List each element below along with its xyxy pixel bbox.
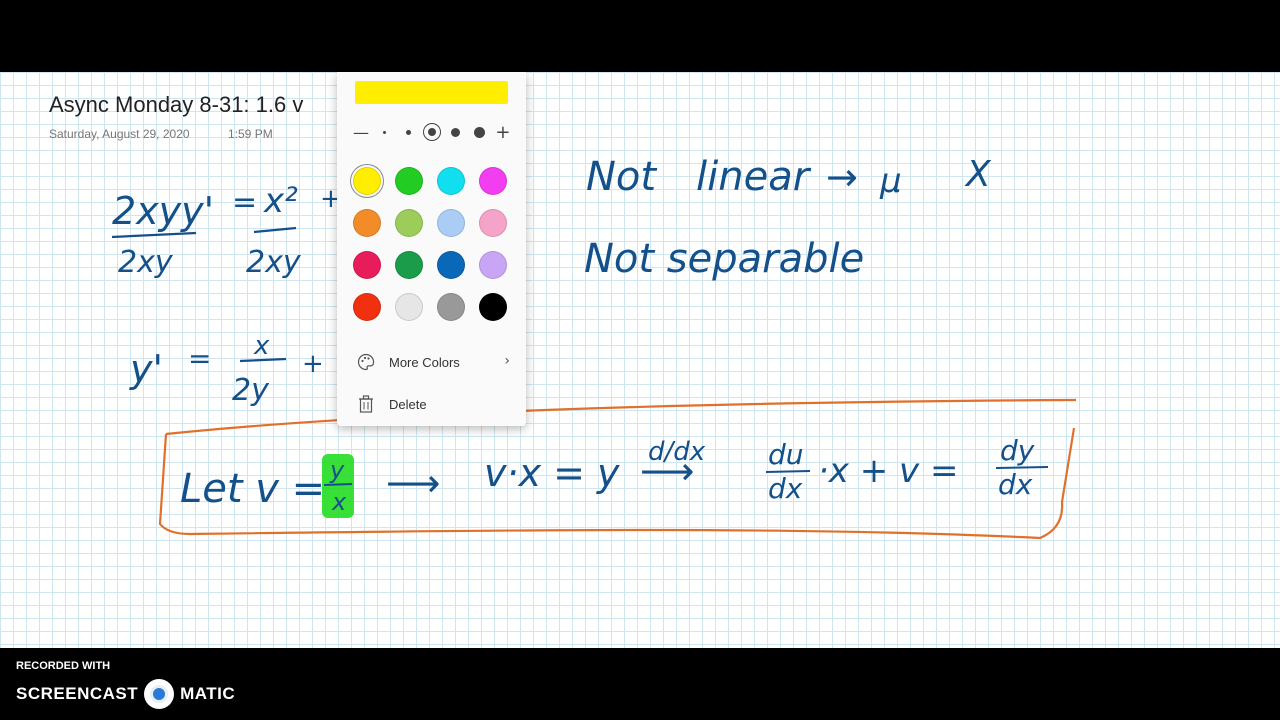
record-button-icon [144,679,175,709]
screencast-o-matic-logo: SCREENCAST MATIC [16,679,235,709]
color-swatch-yellow[interactable] [353,167,381,195]
note1-x: X [964,154,992,195]
color-swatch-black[interactable] [479,293,507,321]
eq1-den-left: 2xy [118,245,174,280]
thickness-option-4[interactable] [446,120,466,144]
eq1-den-right: 2xy [246,245,302,280]
eq2-left: y' [129,347,163,391]
more-colors-label: More Colors [389,354,460,370]
color-swatch-pink[interactable] [479,209,507,237]
color-swatch-light-gray[interactable] [395,293,423,321]
color-swatch-green[interactable] [395,167,423,195]
box-rest: ·x + v = [818,451,958,491]
eq1-right: x² [263,181,298,221]
more-colors-button[interactable]: More Colors › [337,344,526,380]
decrease-icon: — [353,122,369,142]
palette-icon [355,351,377,373]
color-swatch-red[interactable] [353,293,381,321]
color-swatch-orange[interactable] [353,209,381,237]
thickness-option-1[interactable] [375,120,395,144]
note2: Not separable [584,236,864,282]
increase-icon: + [495,121,511,143]
note1-not: Not [586,154,657,200]
box-let-v: Let v = [180,466,325,512]
notebook-page[interactable]: Async Monday 8-31: 1.6 v Saturday, Augus… [0,72,1280,648]
eq2-plus: + [302,349,324,379]
note1-mu: μ [879,161,902,201]
thickness-dot-icon [473,126,485,138]
decrease-thickness-button[interactable]: — [351,120,371,144]
color-swatch-blue[interactable] [437,251,465,279]
thickness-option-5[interactable] [469,120,489,144]
box-fraction-bar [323,483,353,486]
pen-stroke-preview [355,81,508,104]
thickness-selector: — + [351,120,513,144]
color-swatch-light-green[interactable] [395,209,423,237]
note1-linear: linear [696,154,812,200]
box-arrow-1: ⟶ [386,461,440,505]
eq1-right-fraction-bar [253,226,297,234]
color-swatch-light-blue[interactable] [437,209,465,237]
screen: Async Monday 8-31: 1.6 v Saturday, Augus… [0,0,1280,720]
brand-left-text: SCREENCAST [16,684,139,703]
chevron-right-icon: › [504,353,510,369]
eq2-equals: = [188,342,211,375]
eq1-equals: = [232,185,257,220]
thickness-dot-icon [383,130,387,134]
increase-thickness-button[interactable]: + [493,120,513,144]
box-y-over-x-num: y [329,456,345,484]
thickness-dot-icon [405,129,411,135]
color-swatch-cyan[interactable] [437,167,465,195]
box-vx-eq-y: v·x = y [484,451,620,495]
delete-label: Delete [389,396,427,412]
color-swatch-lavender[interactable] [479,251,507,279]
box-y-over-x-den: x [331,488,347,516]
color-swatch-grid [353,167,513,321]
trash-icon [355,393,377,415]
color-swatch-gray[interactable] [437,293,465,321]
color-swatch-dark-green[interactable] [395,251,423,279]
box-dx-2: dx [998,468,1033,501]
eq2-fraction-bar [239,357,287,363]
eq2-num: x [253,331,270,361]
note1-arrow: → [826,155,858,199]
recorded-with-label: RECORDED WITH [16,660,111,672]
color-swatch-magenta[interactable] [479,167,507,195]
eq2-den: 2y [232,373,270,408]
box-arrow-2: ⟶ [640,449,694,493]
pen-color-picker: — + More Colors › Delete [337,72,526,426]
eq1-left: 2xyy' [112,189,214,233]
thickness-dot-icon [451,127,461,137]
thickness-option-3[interactable] [422,120,442,144]
brand-right-text: MATIC [180,684,236,703]
recorder-watermark: RECORDED WITH SCREENCAST MATIC [16,660,235,709]
box-du: du [768,438,804,471]
eq1-left-fraction-bar [111,231,197,239]
delete-pen-button[interactable]: Delete [337,386,526,422]
color-swatch-crimson[interactable] [353,251,381,279]
thickness-selected-ring-icon [422,123,441,141]
box-dy: dy [1000,434,1035,467]
handwriting-canvas[interactable]: 2xyy' = x² + 2xy 2xy y' = x 2y + Not lin… [0,72,1280,648]
box-dx-1: dx [768,472,803,505]
thickness-option-2[interactable] [398,120,418,144]
